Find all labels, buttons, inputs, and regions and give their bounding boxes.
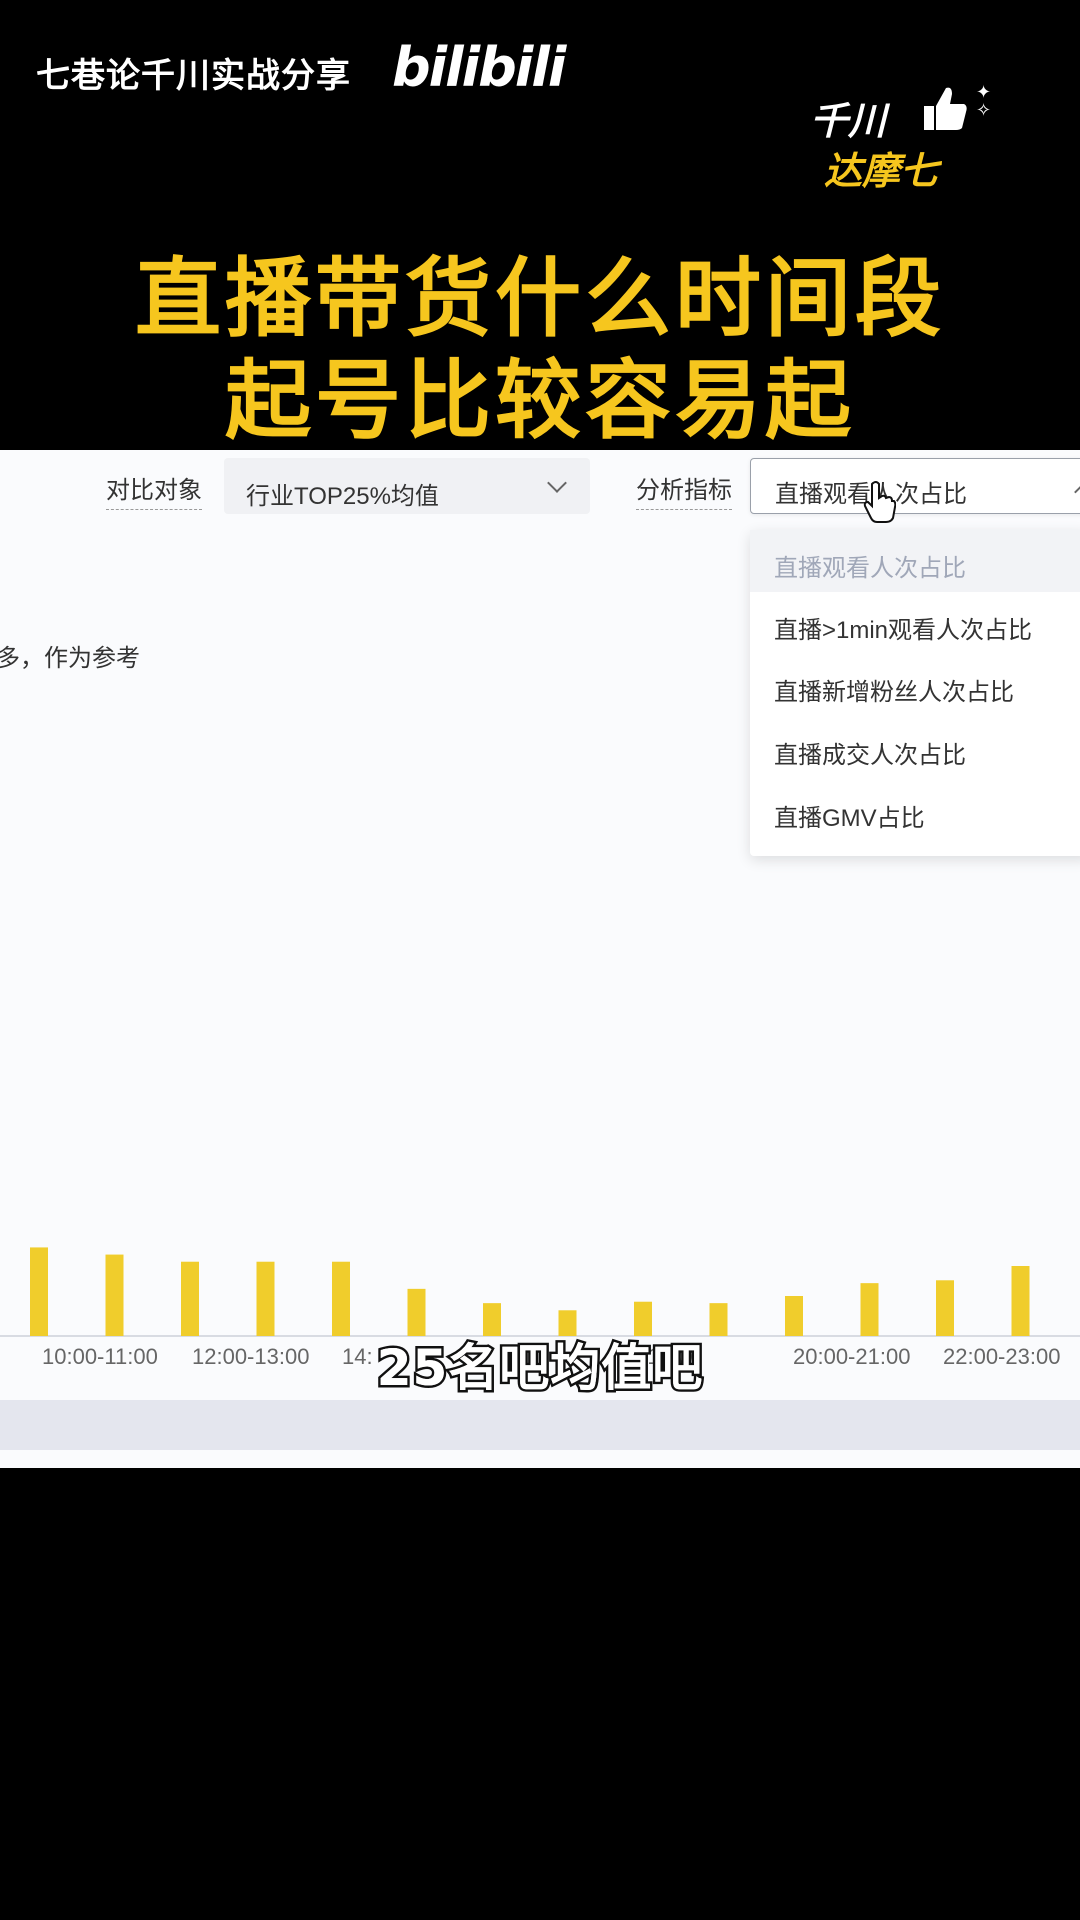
chevron-up-icon: [1074, 482, 1080, 502]
brand-top-text: 千川: [810, 99, 887, 143]
compare-select[interactable]: 行业TOP25%均值: [224, 458, 590, 514]
dropdown-option-1min-viewers[interactable]: 直播>1min观看人次占比: [774, 610, 1032, 645]
analytics-panel: 对比对象 行业TOP25%均值 分析指标 直播观看人次占比 直播观看人次占比 直…: [0, 450, 1080, 1468]
chart-bar[interactable]: [1011, 1266, 1030, 1336]
metric-label: 分析指标: [636, 470, 732, 510]
dropdown-option-new-fans[interactable]: 直播新增粉丝人次占比: [774, 672, 1014, 707]
brand-bottom-text: 达摩七: [824, 149, 939, 193]
channel-name: 七巷论千川实战分享: [36, 56, 351, 96]
video-banner: 七巷论千川实战分享 bilibili 千川 ✦ ✧ 达摩七 直播带货什么时间段 起…: [0, 0, 1080, 451]
brand-logo: 千川 ✦ ✧ 达摩七: [810, 84, 1010, 194]
chart-bar[interactable]: [332, 1261, 350, 1336]
bilibili-logo: bilibili: [392, 36, 566, 99]
dropdown-option-deals[interactable]: 直播成交人次占比: [774, 735, 966, 770]
chart-scrollbar[interactable]: [0, 1400, 1080, 1450]
metric-select[interactable]: 直播观看人次占比: [750, 458, 1080, 514]
dropdown-option-viewers[interactable]: 直播观看人次占比: [774, 548, 966, 583]
sparkle-icon: ✦ ✧: [976, 82, 992, 121]
hand-cursor-icon: [863, 481, 896, 523]
headline-line-2: 起号比较容易起: [225, 351, 855, 451]
compare-select-value: 行业TOP25%均值: [246, 483, 439, 510]
reference-note: 多，作为参考: [0, 645, 140, 672]
video-subtitle: 25名吧均值吧: [376, 1339, 704, 1397]
chart-bar[interactable]: [105, 1254, 124, 1336]
chart-bar[interactable]: [256, 1261, 275, 1336]
chart-bar[interactable]: [30, 1247, 48, 1336]
metric-dropdown-menu: 直播观看人次占比 直播>1min观看人次占比 直播新增粉丝人次占比 直播成交人次…: [750, 530, 1080, 856]
thumbs-up-icon: [924, 87, 967, 130]
dropdown-option-gmv[interactable]: 直播GMV占比: [774, 798, 925, 833]
chart-bar[interactable]: [181, 1261, 199, 1336]
compare-label: 对比对象: [106, 470, 202, 510]
chevron-down-icon: [547, 473, 567, 493]
